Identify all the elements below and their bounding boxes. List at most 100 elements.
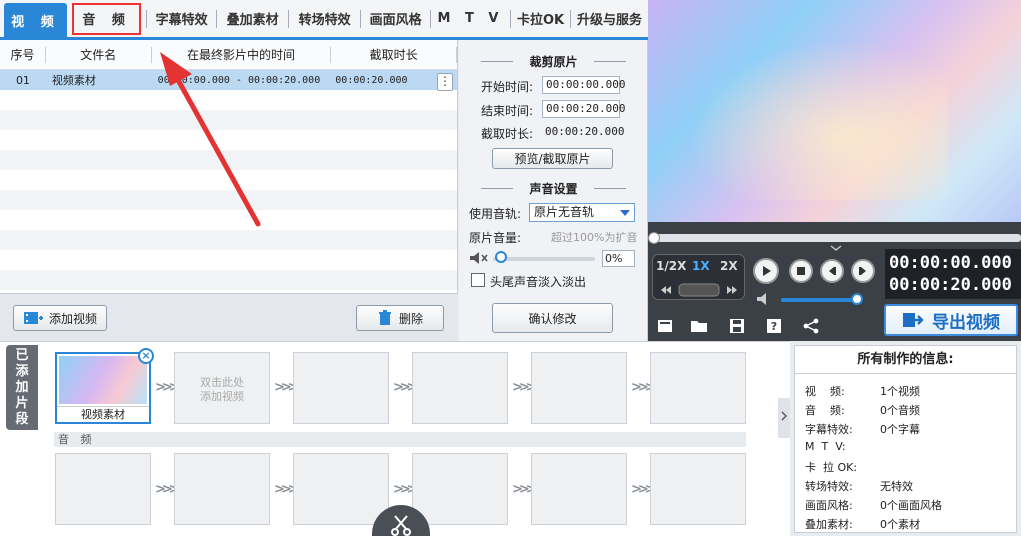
svg-text:?: ? — [771, 320, 777, 333]
confirm-button[interactable]: 确认修改 — [492, 303, 613, 333]
col-time-range[interactable]: 在最终影片中的时间 — [152, 46, 332, 63]
tab-overlay[interactable]: 叠加素材 — [217, 2, 288, 36]
side-tab-char: 段 — [15, 411, 29, 427]
volume-icon[interactable] — [756, 292, 774, 306]
info-value: 1个视频 — [880, 385, 920, 398]
tab-mtv[interactable]: M T V — [431, 2, 510, 36]
empty-video-slot[interactable] — [531, 352, 627, 424]
info-value: 0个画面风格 — [880, 499, 942, 512]
row-more-button[interactable]: ⋮ — [437, 73, 453, 91]
speed-1x[interactable]: 1X — [692, 259, 710, 273]
chevron-right-icon: >>> — [393, 482, 418, 497]
start-time-label: 开始时间: — [481, 80, 534, 94]
tab-upgrade[interactable]: 升级与服务 — [571, 2, 648, 36]
tab-subtitle-effects[interactable]: 字幕特效 — [147, 2, 216, 36]
chevron-right-icon: >>> — [274, 482, 299, 497]
empty-video-slot[interactable] — [412, 352, 508, 424]
empty-video-slot[interactable] — [293, 352, 389, 424]
empty-audio-slot[interactable] — [531, 453, 627, 525]
table-row — [0, 210, 457, 230]
tab-video[interactable]: 视 频 — [4, 2, 68, 39]
info-key: 画面风格: — [805, 499, 853, 512]
tab-style[interactable]: 画面风格 — [361, 2, 430, 36]
player-volume-slider[interactable] — [781, 298, 859, 302]
trim-section-title: 裁剪原片 — [459, 53, 648, 70]
tab-audio[interactable]: 音 频 — [71, 2, 142, 36]
speed-2x[interactable]: 2X — [720, 259, 738, 273]
video-preview[interactable] — [648, 0, 1021, 222]
audio-track-select[interactable]: 原片无音轨 — [529, 203, 635, 222]
empty-audio-slot[interactable] — [293, 453, 389, 525]
row-range: 00:00:00.000 - 00:00:20.000 — [157, 74, 321, 86]
info-panel-toggle[interactable] — [778, 398, 790, 438]
play-button[interactable] — [753, 258, 779, 284]
chevron-down-icon[interactable] — [830, 245, 842, 251]
table-row — [0, 130, 457, 150]
export-video-button[interactable]: 导出视频 — [884, 304, 1018, 336]
previous-frame-button[interactable] — [820, 259, 844, 283]
empty-audio-slot[interactable] — [650, 453, 746, 525]
col-duration[interactable]: 截取时长 — [331, 46, 457, 63]
table-row — [0, 190, 457, 210]
start-time-input[interactable]: 00:00:00.000 — [542, 76, 625, 94]
info-row: 音 频: 0个音频 — [805, 402, 920, 418]
add-video-hint: 双击此处 添加视频 — [175, 376, 269, 404]
player-volume-handle[interactable] — [851, 293, 863, 305]
tab-karaoke[interactable]: 卡拉OK — [511, 2, 570, 36]
share-icon[interactable] — [802, 318, 820, 334]
volume-value[interactable]: 0% — [602, 250, 635, 267]
speed-half[interactable]: 1/2X — [656, 259, 686, 273]
info-key: M T V: — [805, 440, 846, 453]
save-icon[interactable] — [728, 318, 746, 334]
volume-slider-handle[interactable] — [495, 251, 507, 263]
trash-icon — [378, 310, 391, 325]
help-icon[interactable]: ? — [765, 318, 783, 334]
scissors-icon — [391, 515, 411, 536]
add-video-icon — [23, 312, 43, 324]
next-frame-button[interactable] — [851, 259, 875, 283]
table-row[interactable]: 01 视频素材 00:00:00.000 - 00:00:20.000 00:0… — [0, 70, 457, 90]
info-key: 字幕特效: — [805, 423, 853, 436]
col-index[interactable]: 序号 — [0, 46, 46, 63]
end-time-input[interactable]: 00:00:20.000 — [542, 100, 625, 118]
chevron-right-icon: >>> — [512, 380, 537, 395]
confirm-label: 确认修改 — [528, 311, 577, 326]
clip-settings-panel: 裁剪原片 开始时间: 00:00:00.000 结束时间: 00:00:20.0… — [459, 40, 648, 341]
chevron-right-icon: >>> — [274, 380, 299, 395]
speed-scrubber[interactable] — [659, 283, 739, 297]
seek-handle[interactable] — [648, 232, 660, 244]
fade-checkbox[interactable] — [471, 273, 485, 287]
speed-selector: 1/2X 1X 2X — [652, 254, 745, 300]
empty-video-slot[interactable] — [650, 352, 746, 424]
volume-slider[interactable] — [493, 257, 595, 261]
empty-audio-slot[interactable] — [412, 453, 508, 525]
preview-trim-button[interactable]: 预览/截取原片 — [492, 148, 613, 169]
stop-button[interactable] — [789, 259, 813, 283]
file-list-header: 序号 文件名 在最终影片中的时间 截取时长 — [0, 40, 457, 70]
add-video-button[interactable]: 添加视频 — [13, 305, 107, 331]
delete-button[interactable]: 删除 — [356, 305, 444, 331]
player-controls: 1/2X 1X 2X 00:00:00.000 00:00:20.000 ? 导… — [648, 222, 1021, 341]
seek-bar[interactable] — [652, 234, 1021, 242]
info-row: 卡 拉 OK: — [805, 459, 880, 475]
col-filename[interactable]: 文件名 — [46, 46, 152, 63]
export-icon — [903, 313, 924, 327]
row-filename: 视频素材 — [51, 74, 96, 87]
chevron-right-icon: >>> — [631, 380, 656, 395]
tab-transition[interactable]: 转场特效 — [289, 2, 360, 36]
export-label: 导出视频 — [932, 312, 1000, 333]
mute-icon[interactable] — [469, 251, 489, 265]
table-row — [0, 250, 457, 270]
remove-clip-button[interactable]: × — [138, 348, 154, 364]
added-clips-tab[interactable]: 已 添 加 片 段 — [6, 345, 38, 430]
info-row: 转场特效: 无特效 — [805, 478, 913, 494]
open-folder-icon[interactable] — [690, 318, 708, 334]
new-project-icon[interactable] — [656, 318, 674, 334]
chevron-right-icon — [781, 411, 787, 421]
volume-label: 原片音量: — [469, 231, 522, 245]
empty-audio-slot[interactable] — [174, 453, 270, 525]
empty-video-slot[interactable]: 双击此处 添加视频 — [174, 352, 270, 424]
timeline-clip[interactable]: 视频素材 — [55, 352, 151, 424]
trim-duration-value: 00:00:20.000 — [545, 125, 625, 138]
empty-audio-slot[interactable] — [55, 453, 151, 525]
